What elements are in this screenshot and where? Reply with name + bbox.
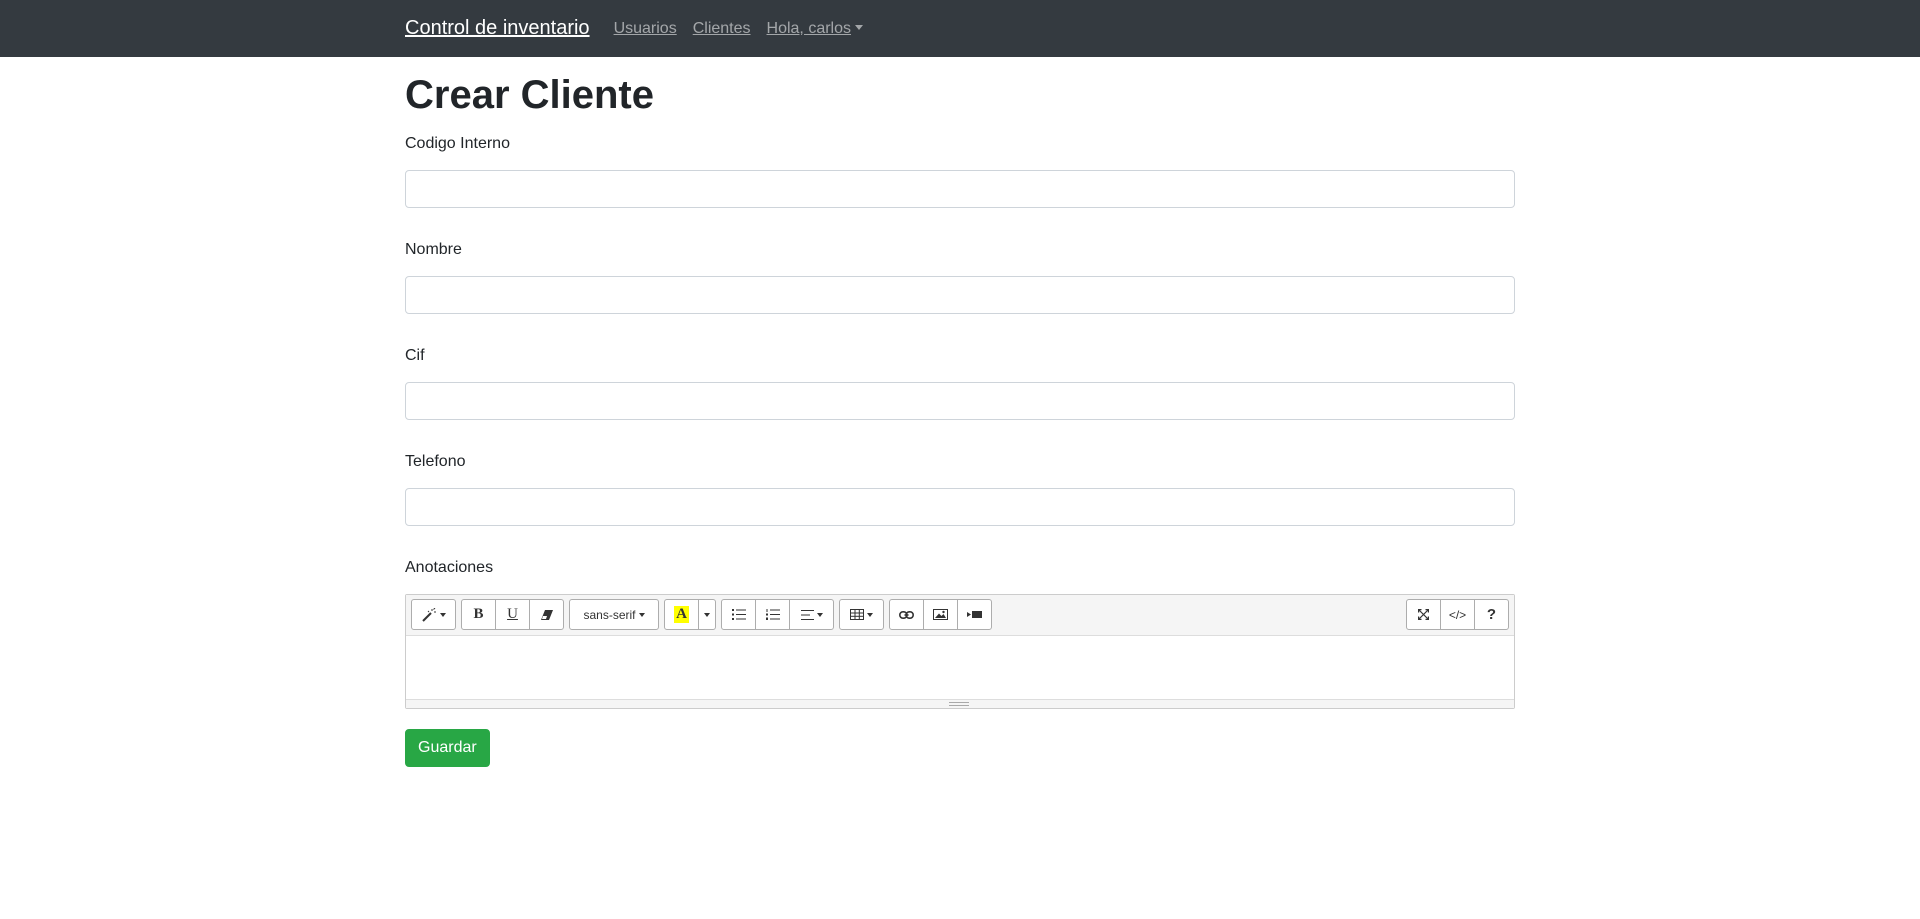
style-dropdown-button[interactable] bbox=[411, 599, 456, 630]
link-icon bbox=[899, 610, 914, 619]
fullscreen-icon bbox=[1418, 609, 1429, 620]
code-icon: </> bbox=[1448, 607, 1467, 622]
numbered-list-icon bbox=[765, 609, 780, 620]
main-container: Crear Cliente Codigo Interno Nombre Cif … bbox=[405, 57, 1515, 767]
navbar-brand[interactable]: Control de inventario bbox=[405, 17, 590, 40]
nombre-input[interactable] bbox=[405, 276, 1515, 314]
navbar-content: Control de inventario Usuarios Clientes … bbox=[405, 0, 879, 57]
page-title: Crear Cliente bbox=[405, 73, 654, 117]
nav-link-usuarios[interactable]: Usuarios bbox=[614, 20, 677, 38]
cif-label: Cif bbox=[405, 347, 425, 364]
nombre-group: Nombre bbox=[405, 238, 1515, 314]
resize-handle[interactable] bbox=[949, 702, 969, 706]
style-group bbox=[411, 599, 456, 631]
bullet-list-icon bbox=[731, 609, 746, 620]
picture-icon bbox=[933, 609, 948, 620]
table-icon bbox=[850, 609, 864, 620]
underline-button[interactable]: U bbox=[495, 599, 530, 630]
chevron-down-icon bbox=[867, 612, 873, 617]
underline-icon: U bbox=[507, 606, 518, 622]
insert-link-button[interactable] bbox=[889, 599, 924, 630]
cif-input[interactable] bbox=[405, 382, 1515, 420]
telefono-input[interactable] bbox=[405, 488, 1515, 526]
insert-group bbox=[889, 599, 992, 631]
telefono-label: Telefono bbox=[405, 453, 466, 470]
nombre-label: Nombre bbox=[405, 241, 462, 258]
eraser-icon bbox=[540, 609, 553, 620]
video-icon bbox=[967, 611, 982, 618]
unordered-list-button[interactable] bbox=[721, 599, 756, 630]
nav-link-clientes[interactable]: Clientes bbox=[693, 20, 751, 38]
telefono-group: Telefono bbox=[405, 450, 1515, 526]
anotaciones-group: Anotaciones B U sans-serif A </> ? bbox=[405, 556, 1515, 709]
insert-image-button[interactable] bbox=[923, 599, 958, 630]
chevron-down-icon bbox=[440, 612, 446, 617]
font-name-dropdown[interactable]: sans-serif bbox=[569, 599, 659, 630]
editor-content-area[interactable] bbox=[406, 636, 1514, 699]
color-group: A bbox=[664, 599, 716, 631]
help-button[interactable]: ? bbox=[1474, 599, 1509, 630]
editor-toolbar: B U sans-serif A </> ? bbox=[406, 595, 1514, 636]
font-name-group: sans-serif bbox=[569, 599, 659, 631]
fullscreen-button[interactable] bbox=[1406, 599, 1441, 630]
chevron-down-icon bbox=[638, 612, 645, 617]
chevron-down-icon bbox=[816, 612, 823, 617]
highlight-a-icon: A bbox=[674, 606, 689, 623]
editor-statusbar bbox=[406, 699, 1514, 708]
code-view-button[interactable]: </> bbox=[1440, 599, 1475, 630]
align-left-icon bbox=[800, 609, 814, 620]
codigo-interno-input[interactable] bbox=[405, 170, 1515, 208]
text-color-button[interactable]: A bbox=[664, 599, 699, 630]
table-group bbox=[839, 599, 884, 631]
user-menu-dropdown[interactable]: Hola, carlos bbox=[767, 20, 863, 38]
font-name-label: sans-serif bbox=[583, 607, 636, 622]
top-navbar: Control de inventario Usuarios Clientes … bbox=[0, 0, 1920, 57]
bold-icon: B bbox=[473, 606, 484, 622]
table-dropdown-button[interactable] bbox=[839, 599, 884, 630]
cif-group: Cif bbox=[405, 344, 1515, 420]
paragraph-group bbox=[721, 599, 834, 631]
color-dropdown-button[interactable] bbox=[698, 599, 716, 630]
guardar-button[interactable]: Guardar bbox=[405, 729, 490, 767]
magic-wand-icon bbox=[422, 607, 436, 622]
view-group: </> ? bbox=[1406, 599, 1509, 630]
question-icon: ? bbox=[1486, 606, 1497, 623]
anotaciones-label: Anotaciones bbox=[405, 559, 494, 576]
view-tools: </> ? bbox=[1406, 599, 1509, 630]
chevron-down-icon bbox=[704, 612, 710, 617]
insert-video-button[interactable] bbox=[957, 599, 992, 630]
codigo-interno-label: Codigo Interno bbox=[405, 135, 510, 152]
clear-format-button[interactable] bbox=[529, 599, 564, 630]
font-style-group: B U bbox=[461, 599, 564, 631]
rich-text-editor: B U sans-serif A </> ? bbox=[405, 594, 1515, 709]
ordered-list-button[interactable] bbox=[755, 599, 790, 630]
codigo-interno-group: Codigo Interno bbox=[405, 132, 1515, 208]
paragraph-align-dropdown[interactable] bbox=[789, 599, 834, 630]
bold-button[interactable]: B bbox=[461, 599, 496, 630]
